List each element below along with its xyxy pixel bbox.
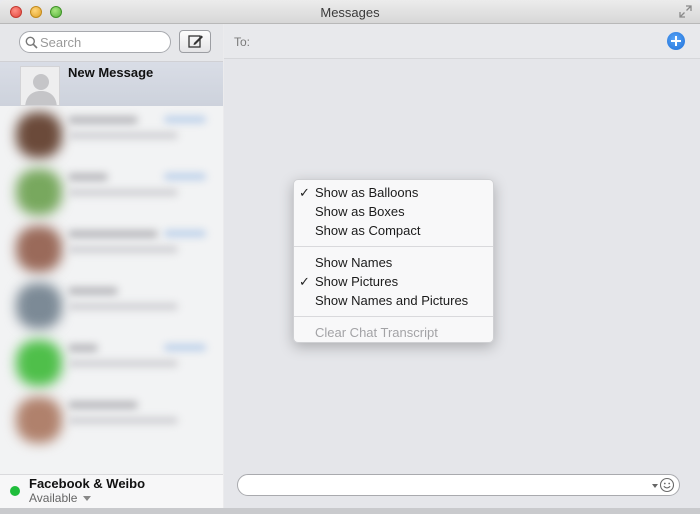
menu-item-show-pictures[interactable]: ✓ Show Pictures [294,272,493,291]
list-item[interactable] [0,106,223,163]
conversation-preview-blurred [68,303,178,310]
search-field[interactable] [19,31,171,53]
menu-item-show-names[interactable]: Show Names [294,253,493,272]
menu-item-label: Show as Compact [315,223,421,238]
status-available-icon [10,486,20,496]
menu-item-clear-chat-transcript: Clear Chat Transcript [294,323,493,342]
window-title: Messages [320,5,380,20]
menu-item-show-as-boxes[interactable]: Show as Boxes [294,202,493,221]
menu-item-label: Show Names and Pictures [315,293,469,308]
conversation-preview-blurred [68,189,178,196]
menu-item-label: Clear Chat Transcript [315,325,438,340]
menu-separator [294,246,493,247]
conversation-avatar [16,340,62,386]
conversation-name-blurred [68,230,158,238]
list-item[interactable] [0,277,223,334]
conversation-avatar [16,226,62,272]
new-message-label: New Message [68,65,154,80]
dock-edge [0,508,700,514]
title-bar[interactable]: Messages [0,0,700,24]
conversation-preview-blurred [68,132,178,139]
conversation-preview-blurred [68,417,178,424]
conversation-list[interactable] [0,106,223,476]
search-input[interactable] [40,34,166,50]
compose-icon [188,35,203,48]
menu-item-label: Show Pictures [315,274,399,289]
account-name: Facebook & Weibo [29,476,146,491]
conversation-date-blurred [164,116,206,123]
sidebar-toolbar [0,24,223,62]
list-item[interactable] [0,163,223,220]
menu-item-label: Show Names [315,255,393,270]
message-composer[interactable] [237,474,680,496]
avatar [20,66,60,106]
checkmark-icon: ✓ [299,185,310,200]
conversation-avatar [16,283,62,329]
menu-item-show-as-compact[interactable]: Show as Compact [294,221,493,240]
messages-window: Messages Search New Message Facebook & W… [0,0,700,514]
availability-menu[interactable]: Available [29,491,77,505]
add-recipient-button[interactable] [667,32,685,50]
default-avatar-icon [25,74,57,105]
recipient-bar[interactable]: To: [224,24,700,59]
to-label: To: [234,35,251,49]
message-input[interactable] [248,478,648,493]
compose-button[interactable] [179,30,211,53]
conversation-date-blurred [164,344,206,351]
conversation-date-blurred [164,173,206,180]
conversation-name-blurred [68,287,118,295]
menu-item-label: Show as Boxes [315,204,405,219]
menu-item-label: Show as Balloons [315,185,419,200]
conversation-name-blurred [68,401,138,409]
conversation-avatar [16,397,62,443]
new-message-item[interactable]: New Message [0,62,223,106]
emoji-icon[interactable] [659,477,675,493]
list-item[interactable] [0,334,223,391]
menu-item-show-as-balloons[interactable]: ✓ Show as Balloons [294,183,493,202]
search-icon [25,36,38,49]
chevron-down-icon[interactable] [83,496,91,501]
conversation-name-blurred [68,344,98,352]
conversation-avatar [16,169,62,215]
menu-separator [294,316,493,317]
conversation-preview-blurred [68,360,178,367]
chevron-down-icon[interactable] [652,484,658,488]
menu-item-show-names-and-pictures[interactable]: Show Names and Pictures [294,291,493,310]
checkmark-icon: ✓ [299,274,310,289]
conversation-preview-blurred [68,246,178,253]
sidebar: New Message [0,24,223,514]
conversation-avatar [16,112,62,158]
view-options-menu: ✓ Show as Balloons Show as Boxes Show as Co… [293,179,494,343]
conversation-name-blurred [68,173,108,181]
conversation-date-blurred [164,230,206,237]
fullscreen-icon[interactable] [679,5,692,18]
list-item[interactable] [0,220,223,277]
list-item[interactable] [0,391,223,448]
conversation-name-blurred [68,116,138,124]
